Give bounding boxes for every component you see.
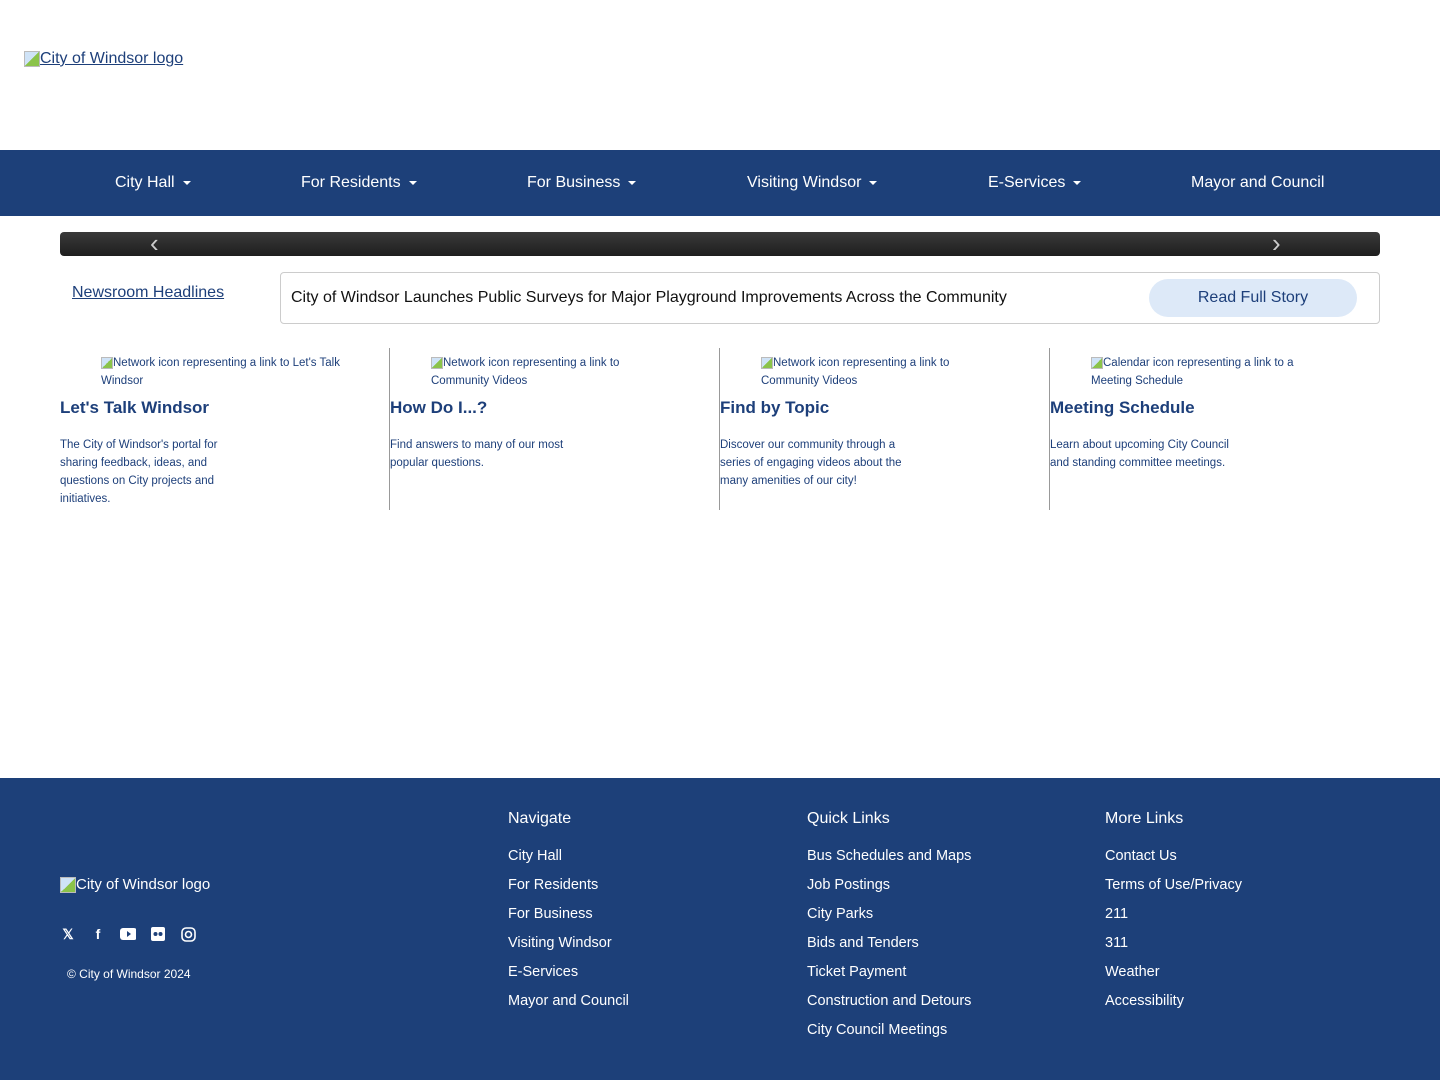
instagram-icon[interactable] bbox=[180, 926, 196, 942]
footer-col-title: Navigate bbox=[508, 810, 629, 828]
caret-down-icon bbox=[869, 181, 877, 185]
footer-link[interactable]: For Residents bbox=[508, 877, 629, 906]
flickr-icon[interactable] bbox=[150, 926, 166, 942]
caret-down-icon bbox=[409, 181, 417, 185]
card-title[interactable]: How Do I...? bbox=[390, 398, 487, 418]
image-carousel: ‹ › bbox=[60, 232, 1380, 256]
card-meeting-schedule[interactable]: Calendar icon representing a link to a M… bbox=[1049, 348, 1379, 510]
nav-city-hall[interactable]: City Hall bbox=[115, 174, 191, 192]
footer-col-title: More Links bbox=[1105, 810, 1242, 828]
footer-link[interactable]: 311 bbox=[1105, 935, 1242, 964]
footer-link[interactable]: E-Services bbox=[508, 964, 629, 993]
footer-link[interactable]: Visiting Windsor bbox=[508, 935, 629, 964]
broken-image-icon bbox=[761, 357, 773, 369]
footer-link[interactable]: Contact Us bbox=[1105, 848, 1242, 877]
card-description: Discover our community through a series … bbox=[720, 436, 905, 490]
logo-alt-text: City of Windsor logo bbox=[76, 876, 210, 893]
footer-col-title: Quick Links bbox=[807, 810, 971, 828]
nav-label: For Residents bbox=[301, 174, 401, 192]
logo-alt-text: City of Windsor logo bbox=[40, 50, 183, 68]
footer-link[interactable]: City Council Meetings bbox=[807, 1022, 971, 1051]
card-description: The City of Windsor's portal for sharing… bbox=[60, 436, 245, 508]
social-links: 𝕏 f bbox=[60, 926, 196, 942]
carousel-prev-icon[interactable]: ‹ bbox=[150, 232, 159, 254]
alt-text: Calendar icon representing a link to a M… bbox=[1091, 357, 1294, 387]
footer-col-quick-links: Quick Links Bus Schedules and MapsJob Pos… bbox=[807, 810, 971, 1051]
card-image-alt: Network icon representing a link to Comm… bbox=[761, 354, 1001, 390]
footer-link[interactable]: Ticket Payment bbox=[807, 964, 971, 993]
facebook-icon[interactable]: f bbox=[90, 926, 106, 942]
footer-link[interactable]: For Business bbox=[508, 906, 629, 935]
carousel-next-icon[interactable]: › bbox=[1272, 232, 1281, 254]
footer-link[interactable]: Bids and Tenders bbox=[807, 935, 971, 964]
card-title[interactable]: Find by Topic bbox=[720, 398, 829, 418]
footer: City of Windsor logo 𝕏 f © City of Winds… bbox=[0, 778, 1440, 1080]
headline-text: City of Windsor Launches Public Surveys … bbox=[291, 289, 1007, 307]
card-find-by-topic[interactable]: Network icon representing a link to Comm… bbox=[719, 348, 1049, 510]
broken-image-icon bbox=[1091, 357, 1103, 369]
nav-label: E-Services bbox=[988, 174, 1065, 192]
card-image-alt: Calendar icon representing a link to a M… bbox=[1091, 354, 1331, 390]
footer-link[interactable]: City Parks bbox=[807, 906, 971, 935]
footer-col-navigate: Navigate City HallFor ResidentsFor Busine… bbox=[508, 810, 629, 1022]
newsroom-headlines-link[interactable]: Newsroom Headlines bbox=[72, 284, 224, 302]
footer-link[interactable]: Terms of Use/Privacy bbox=[1105, 877, 1242, 906]
footer-link[interactable]: City Hall bbox=[508, 848, 629, 877]
caret-down-icon bbox=[628, 181, 636, 185]
broken-image-icon bbox=[431, 357, 443, 369]
broken-image-icon bbox=[24, 51, 40, 67]
x-icon[interactable]: 𝕏 bbox=[60, 926, 76, 942]
nav-label: Mayor and Council bbox=[1191, 174, 1324, 192]
read-full-story-button[interactable]: Read Full Story bbox=[1149, 279, 1357, 317]
footer-link[interactable]: Accessibility bbox=[1105, 993, 1242, 1022]
footer-link[interactable]: Construction and Detours bbox=[807, 993, 971, 1022]
caret-down-icon bbox=[1073, 181, 1081, 185]
card-description: Learn about upcoming City Council and st… bbox=[1050, 436, 1235, 472]
main-nav: City Hall For Residents For Business Vis… bbox=[0, 150, 1440, 216]
alt-text: Network icon representing a link to Let'… bbox=[101, 357, 340, 387]
caret-down-icon bbox=[183, 181, 191, 185]
youtube-icon[interactable] bbox=[120, 926, 136, 942]
nav-e-services[interactable]: E-Services bbox=[988, 174, 1081, 192]
footer-link[interactable]: 211 bbox=[1105, 906, 1242, 935]
footer-link[interactable]: Bus Schedules and Maps bbox=[807, 848, 971, 877]
broken-image-icon bbox=[101, 357, 113, 369]
footer-logo[interactable]: City of Windsor logo bbox=[60, 876, 210, 893]
card-lets-talk[interactable]: Network icon representing a link to Let'… bbox=[60, 348, 390, 510]
card-description: Find answers to many of our most popular… bbox=[390, 436, 575, 472]
footer-link[interactable]: Mayor and Council bbox=[508, 993, 629, 1022]
footer-link[interactable]: Weather bbox=[1105, 964, 1242, 993]
city-logo-link[interactable]: City of Windsor logo bbox=[24, 50, 183, 68]
card-title[interactable]: Meeting Schedule bbox=[1050, 398, 1195, 418]
nav-label: For Business bbox=[527, 174, 620, 192]
nav-visiting-windsor[interactable]: Visiting Windsor bbox=[747, 174, 877, 192]
copyright: © City of Windsor 2024 bbox=[67, 967, 191, 981]
nav-label: City Hall bbox=[115, 174, 175, 192]
nav-label: Visiting Windsor bbox=[747, 174, 861, 192]
alt-text: Network icon representing a link to Comm… bbox=[761, 357, 949, 387]
nav-for-residents[interactable]: For Residents bbox=[301, 174, 417, 192]
card-title[interactable]: Let's Talk Windsor bbox=[60, 398, 209, 418]
broken-image-icon bbox=[60, 877, 76, 893]
nav-for-business[interactable]: For Business bbox=[527, 174, 636, 192]
footer-col-more-links: More Links Contact UsTerms of Use/Privacy… bbox=[1105, 810, 1242, 1022]
news-headline-box: City of Windsor Launches Public Surveys … bbox=[280, 272, 1380, 324]
card-how-do-i[interactable]: Network icon representing a link to Comm… bbox=[389, 348, 719, 510]
nav-mayor-council[interactable]: Mayor and Council bbox=[1191, 174, 1324, 192]
card-image-alt: Network icon representing a link to Comm… bbox=[431, 354, 671, 390]
footer-link[interactable]: Job Postings bbox=[807, 877, 971, 906]
alt-text: Network icon representing a link to Comm… bbox=[431, 357, 619, 387]
card-image-alt: Network icon representing a link to Let'… bbox=[101, 354, 341, 390]
